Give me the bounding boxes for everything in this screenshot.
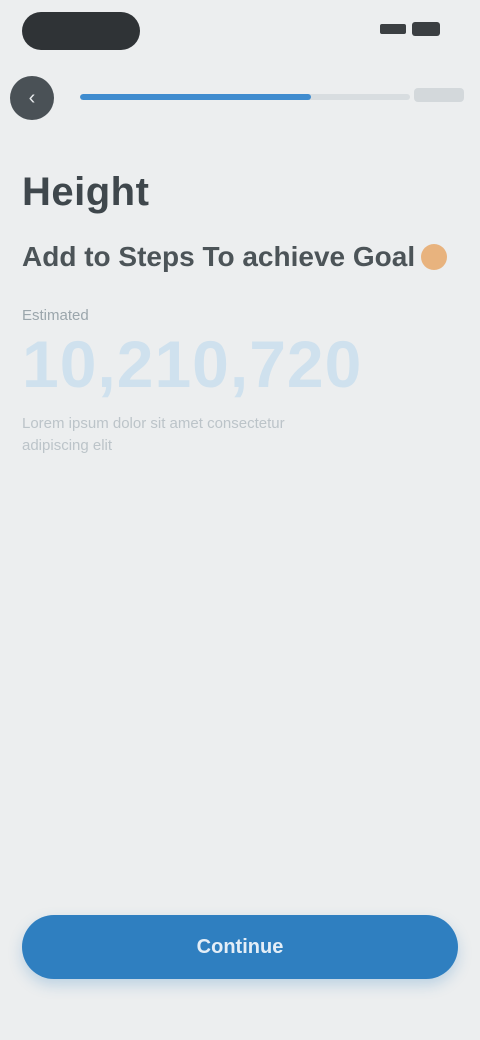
status-bar-pill — [22, 12, 140, 50]
chevron-left-icon: ‹ — [28, 86, 36, 109]
continue-button[interactable]: Continue — [22, 915, 458, 979]
stat-description: Lorem ipsum dolor sit amet consectetur a… — [22, 415, 285, 455]
page-title: Height — [22, 170, 150, 214]
emoji-icon — [421, 244, 448, 270]
page-subtitle: Add to Steps To achieve Goal — [22, 241, 416, 272]
subtitle-row: Add to Steps To achieve Goal — [22, 241, 452, 273]
progress-bar — [80, 94, 410, 100]
progress-fill — [80, 94, 311, 100]
top-right-label[interactable] — [414, 88, 464, 102]
stat-value: 10,210,720 — [22, 327, 363, 401]
stat-label: Estimated — [22, 307, 89, 324]
top-bar: ‹ — [10, 76, 470, 120]
battery-icon — [412, 22, 440, 36]
status-icons — [380, 22, 440, 36]
signal-icon — [380, 24, 406, 34]
back-button[interactable]: ‹ — [10, 76, 54, 120]
main-content: Height Add to Steps To achieve Goal Esti… — [22, 170, 452, 457]
